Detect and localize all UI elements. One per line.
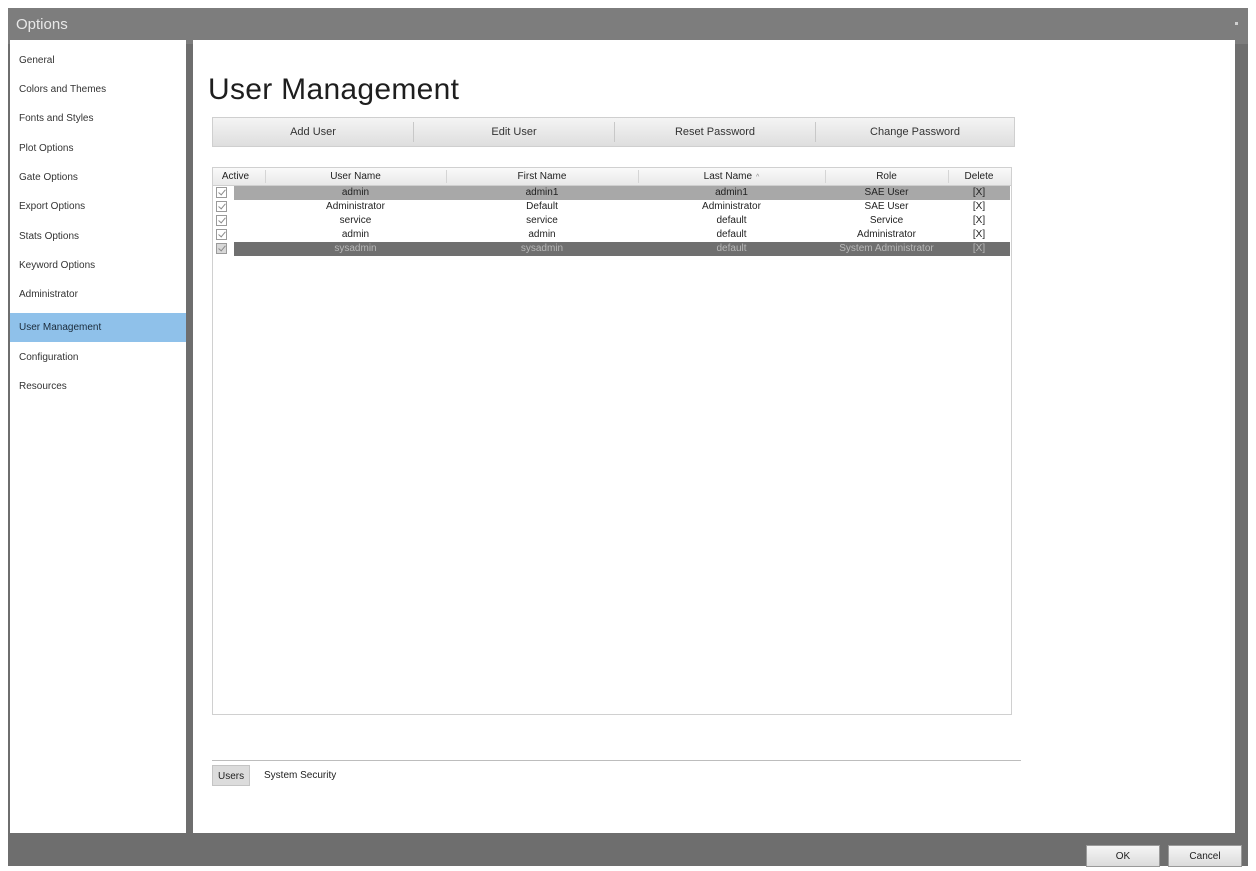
table-row[interactable]: Administrator Default Administrator SAE … [213, 200, 1011, 214]
options-sidebar: General Colors and Themes Fonts and Styl… [10, 40, 186, 833]
column-header-delete[interactable]: Delete [949, 168, 1009, 185]
delete-row-link[interactable]: [X] [949, 214, 1009, 228]
column-header-first-name[interactable]: First Name [447, 168, 637, 185]
tab-system-security[interactable]: System Security [259, 765, 341, 786]
add-user-button[interactable]: Add User [213, 118, 413, 146]
first-name-cell: admin1 [525, 187, 559, 198]
main-panel: User Management Add User Edit User Reset… [193, 40, 1235, 833]
last-name-header-label: Last Name [703, 171, 753, 182]
sidebar-item-resources[interactable]: Resources [10, 372, 186, 401]
sort-ascending-icon: ^ [756, 174, 760, 181]
delete-row-link[interactable]: [X] [949, 228, 1009, 242]
grid-header: Active User Name First Name Last Name ^ R… [213, 168, 1011, 186]
last-name-cell: Administrator [702, 201, 761, 212]
table-row[interactable]: service service default Service [X] [213, 214, 1011, 228]
column-header-user-name[interactable]: User Name [266, 168, 445, 185]
column-header-active[interactable]: Active [213, 168, 258, 185]
column-header-role[interactable]: Role [826, 168, 947, 185]
last-name-cell: default [716, 243, 747, 254]
reset-password-button[interactable]: Reset Password [615, 118, 815, 146]
sidebar-item-stats-options[interactable]: Stats Options [10, 222, 186, 251]
sidebar-item-colors-and-themes[interactable]: Colors and Themes [10, 75, 186, 104]
sidebar-item-export-options[interactable]: Export Options [10, 192, 186, 221]
sidebar-item-user-management[interactable]: User Management [10, 313, 186, 342]
table-row[interactable]: sysadmin sysadmin default System Adminis… [213, 242, 1011, 256]
first-name-cell: sysadmin [520, 243, 564, 254]
first-name-cell: admin [528, 229, 556, 240]
tab-strip-divider [212, 760, 1021, 761]
sidebar-item-general[interactable]: General [10, 46, 186, 75]
delete-row-link[interactable]: [X] [949, 242, 1009, 256]
role-cell: System Administrator [839, 243, 934, 254]
first-name-cell: Default [526, 201, 558, 212]
window-menu-icon[interactable] [1235, 22, 1238, 25]
user-toolbar: Add User Edit User Reset Password Change… [212, 117, 1015, 147]
active-checkbox[interactable] [216, 229, 227, 240]
window-title: Options [16, 16, 68, 33]
user-name-cell: Administrator [326, 201, 385, 212]
table-row[interactable]: admin admin default Administrator [X] [213, 228, 1011, 242]
active-checkbox[interactable] [216, 215, 227, 226]
column-header-last-name[interactable]: Last Name ^ [639, 168, 824, 185]
users-grid: Active User Name First Name Last Name ^ R… [212, 167, 1012, 715]
first-name-cell: service [526, 215, 558, 226]
table-row[interactable]: admin admin1 admin1 SAE User [X] [213, 186, 1011, 200]
title-bar: Options [8, 8, 1248, 44]
last-name-cell: admin1 [715, 187, 748, 198]
sidebar-item-configuration[interactable]: Configuration [10, 343, 186, 372]
active-checkbox[interactable] [216, 243, 227, 254]
user-name-cell: sysadmin [334, 243, 377, 254]
cancel-button[interactable]: Cancel [1168, 845, 1242, 867]
user-name-cell: admin [341, 229, 370, 240]
page-title: User Management [208, 73, 460, 106]
sidebar-item-gate-options[interactable]: Gate Options [10, 163, 186, 192]
user-name-cell: admin [341, 187, 370, 198]
sidebar-item-keyword-options[interactable]: Keyword Options [10, 251, 186, 280]
last-name-cell: default [716, 215, 747, 226]
sidebar-item-administrator[interactable]: Administrator [10, 280, 186, 309]
user-name-cell: service [339, 215, 372, 226]
sidebar-item-fonts-and-styles[interactable]: Fonts and Styles [10, 104, 186, 133]
sidebar-item-plot-options[interactable]: Plot Options [10, 134, 186, 163]
active-checkbox[interactable] [216, 187, 227, 198]
active-checkbox[interactable] [216, 201, 227, 212]
edit-user-button[interactable]: Edit User [414, 118, 614, 146]
ok-button[interactable]: OK [1086, 845, 1160, 867]
role-cell: SAE User [864, 187, 909, 198]
delete-row-link[interactable]: [X] [949, 186, 1009, 200]
change-password-button[interactable]: Change Password [816, 118, 1014, 146]
role-cell: Administrator [857, 229, 916, 240]
delete-row-link[interactable]: [X] [949, 200, 1009, 214]
tab-users[interactable]: Users [212, 765, 251, 786]
role-cell: Service [869, 215, 904, 226]
role-cell: SAE User [864, 201, 909, 212]
last-name-cell: default [716, 229, 747, 240]
